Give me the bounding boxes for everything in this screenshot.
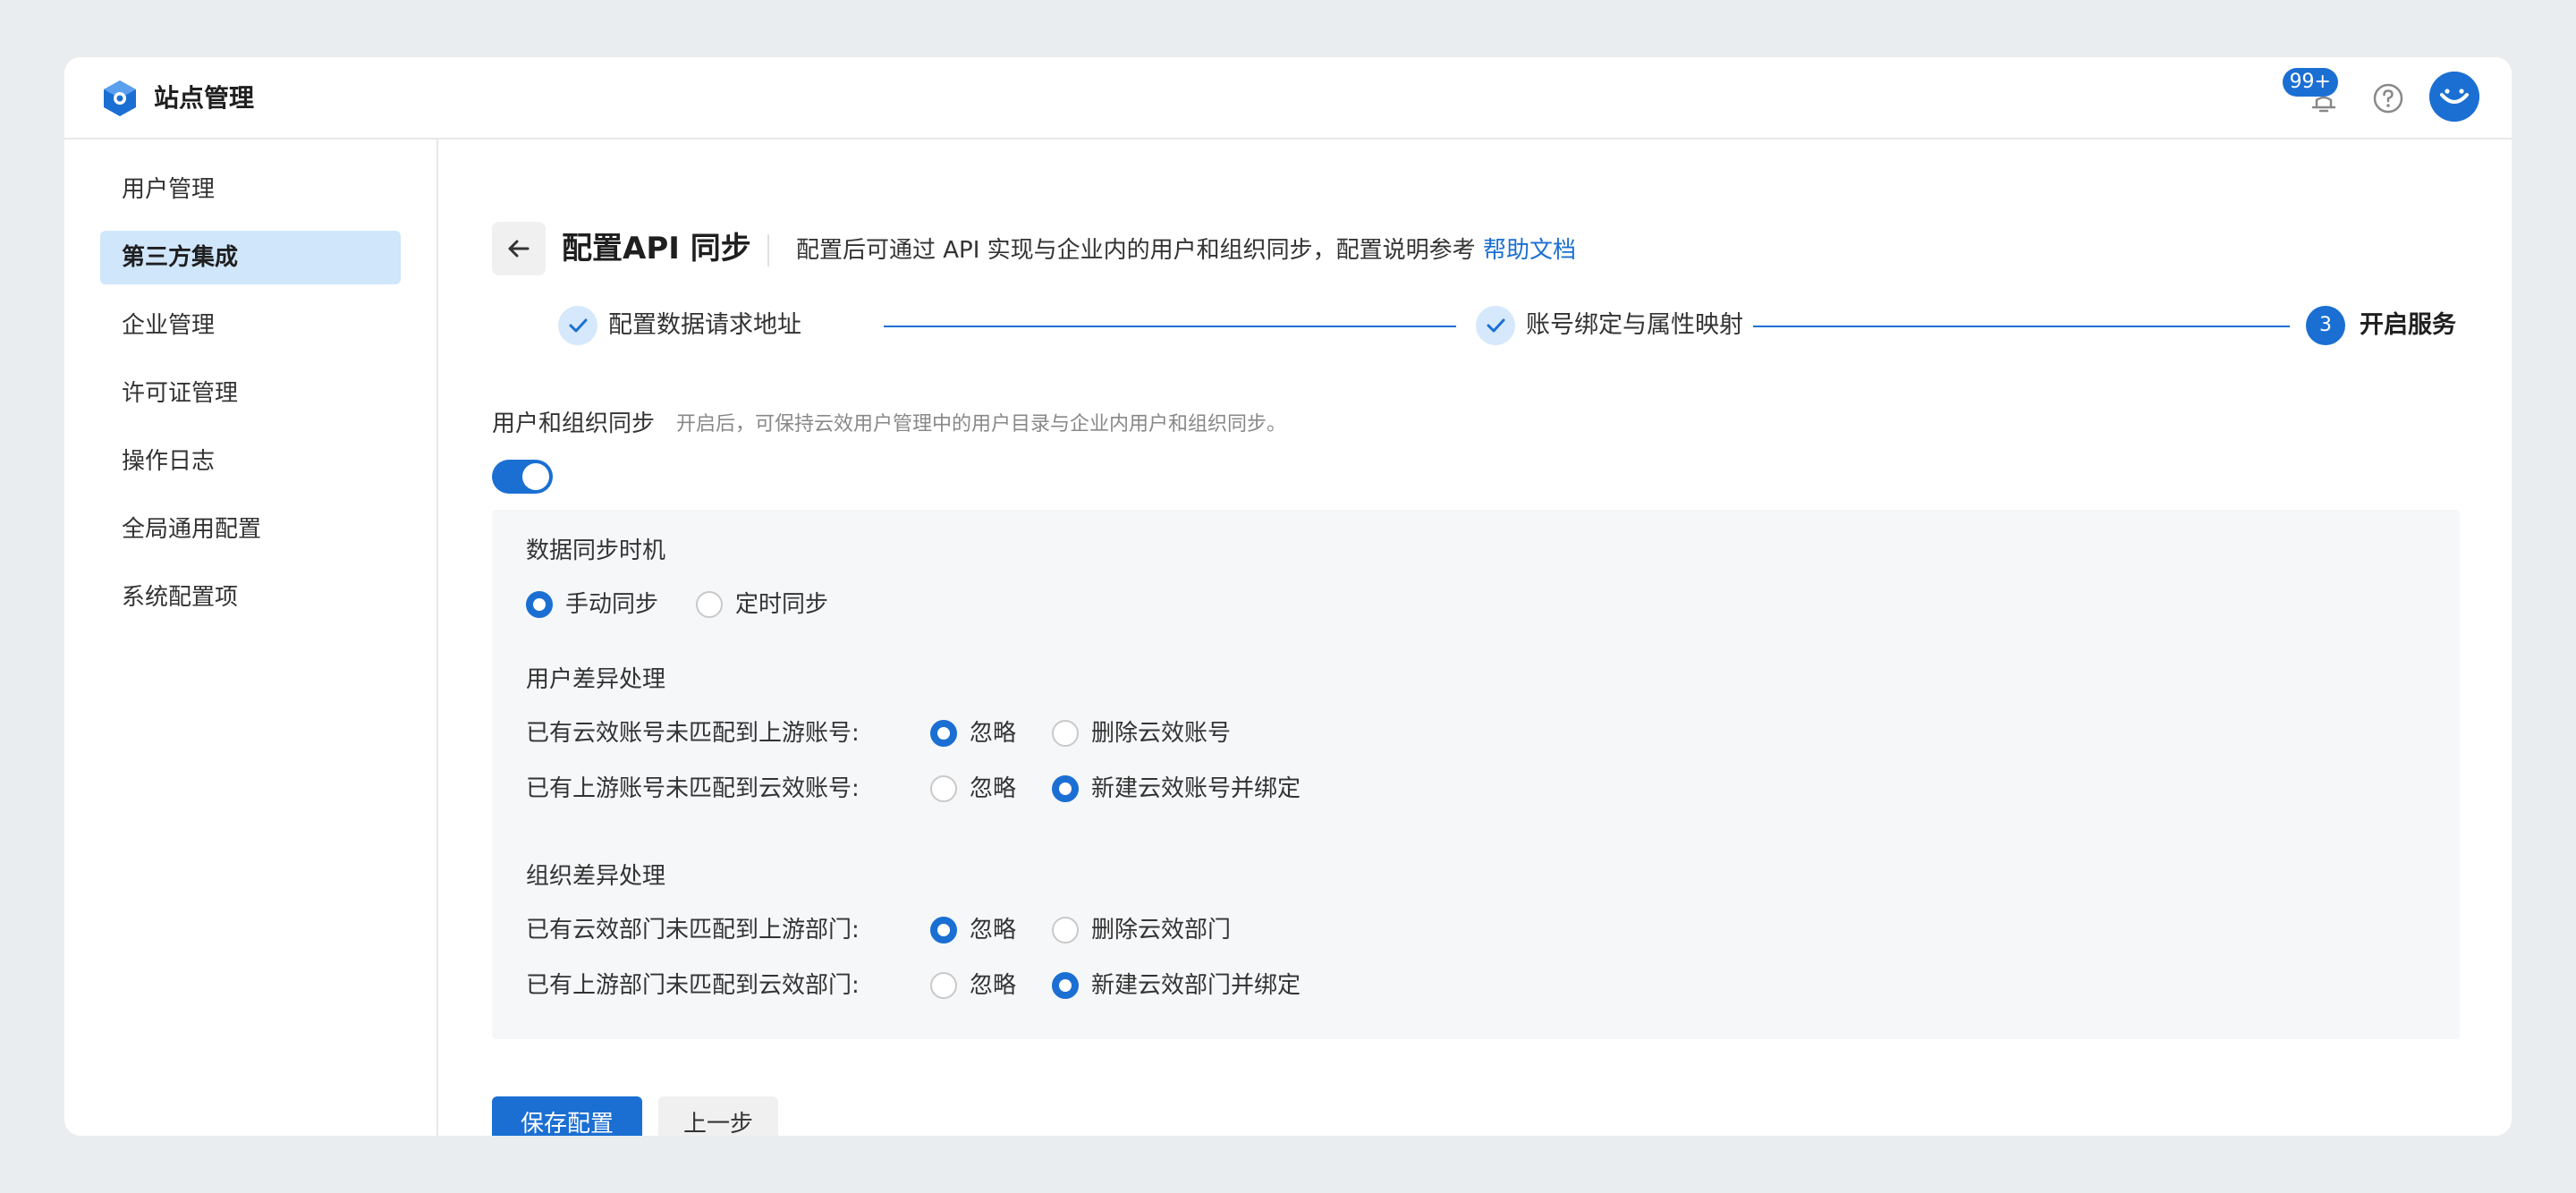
radio-dot <box>930 775 957 802</box>
sidebar-item-system-config[interactable]: 系统配置项 <box>100 571 401 624</box>
radio-dot <box>526 591 553 618</box>
radio-label: 新建云效部门并绑定 <box>1091 972 1301 999</box>
sidebar-item-user-management[interactable]: 用户管理 <box>100 163 401 216</box>
main-content: 配置API 同步 配置后可通过 API 实现与企业内的用户和组织同步，配置说明参… <box>492 140 2460 1136</box>
sync-hint: 开启后，可保持云效用户管理中的用户目录与企业内用户和组织同步。 <box>676 413 1287 436</box>
save-config-button[interactable]: 保存配置 <box>492 1096 642 1136</box>
step-1-check-icon <box>558 306 597 345</box>
radio-label: 忽略 <box>970 972 1017 999</box>
page-description: 配置后可通过 API 实现与企业内的用户和组织同步，配置说明参考 帮助文档 <box>796 234 1576 267</box>
radio-dot <box>1052 775 1079 802</box>
step-3-number: 3 <box>2306 306 2345 345</box>
step-2-check-icon <box>1476 306 1515 345</box>
radio-dot <box>930 972 957 999</box>
radio-label: 忽略 <box>970 775 1017 802</box>
radio-label: 删除云效账号 <box>1091 720 1232 747</box>
arrow-left-icon <box>508 240 530 258</box>
user-diff-section-title: 用户差异处理 <box>526 666 666 693</box>
page-header: 配置API 同步 配置后可通过 API 实现与企业内的用户和组织同步，配置说明参… <box>492 222 2460 277</box>
radio-label: 定时同步 <box>735 591 829 618</box>
radio-dot <box>696 591 723 618</box>
radio-dot <box>1052 720 1079 747</box>
page-description-text: 配置后可通过 API 实现与企业内的用户和组织同步，配置说明参考 <box>796 237 1476 264</box>
page-title: 配置API 同步 <box>562 231 751 267</box>
radio-label: 忽略 <box>970 917 1017 943</box>
timing-section-title: 数据同步时机 <box>526 537 666 564</box>
radio-label: 手动同步 <box>565 591 659 618</box>
radio-label: 忽略 <box>970 720 1017 747</box>
user-diff-row-1-label: 已有云效账号未匹配到上游账号: <box>526 720 860 747</box>
step-1-label: 配置数据请求地址 <box>608 311 801 339</box>
radio-dot <box>930 917 957 943</box>
step-connector-1 <box>884 326 1456 327</box>
sidebar-item-enterprise-management[interactable]: 企业管理 <box>100 299 401 352</box>
radio-label: 删除云效部门 <box>1091 917 1232 943</box>
sync-toggle[interactable] <box>492 460 553 494</box>
org-diff-section-title: 组织差异处理 <box>526 863 666 890</box>
user-diff-row-2-label: 已有上游账号未匹配到云效账号: <box>526 775 860 802</box>
back-button[interactable] <box>492 222 546 275</box>
step-connector-2 <box>1753 326 2290 327</box>
sidebar: 用户管理 第三方集成 企业管理 许可证管理 操作日志 全局通用配置 系统配置项 <box>64 140 438 1136</box>
app-window: 站点管理 99+ 用户管理 第三方集成 企业管理 许可证管理 操作日志 全局通用… <box>64 57 2512 1136</box>
sidebar-item-license-management[interactable]: 许可证管理 <box>100 367 401 420</box>
top-bar: 站点管理 99+ <box>64 57 2512 140</box>
sync-label: 用户和组织同步 <box>492 410 656 437</box>
sidebar-item-operation-log[interactable]: 操作日志 <box>100 435 401 488</box>
org-diff-row-1-label: 已有云效部门未匹配到上游部门: <box>526 917 860 943</box>
org-diff-row-2-label: 已有上游部门未匹配到云效部门: <box>526 972 860 999</box>
cube-logo-icon <box>104 80 136 116</box>
previous-step-button[interactable]: 上一步 <box>658 1096 778 1136</box>
step-3-label: 开启服务 <box>2360 311 2456 339</box>
avatar[interactable] <box>2429 72 2479 122</box>
radio-dot <box>930 720 957 747</box>
sync-settings-panel: 数据同步时机 手动同步 定时同步 用户差异处理 已有云效账号未匹配到上游账号: … <box>492 510 2460 1039</box>
sidebar-item-global-config[interactable]: 全局通用配置 <box>100 503 401 556</box>
step-2-label: 账号绑定与属性映射 <box>1526 311 1743 339</box>
radio-dot <box>1052 972 1079 999</box>
help-doc-link[interactable]: 帮助文档 <box>1483 237 1576 264</box>
help-icon[interactable] <box>2372 82 2404 114</box>
radio-label: 新建云效账号并绑定 <box>1091 775 1301 802</box>
notification-badge: 99+ <box>2282 68 2338 97</box>
header-divider <box>767 234 769 267</box>
app-title: 站点管理 <box>154 83 255 113</box>
radio-dot <box>1052 917 1079 943</box>
steps-bar: 配置数据请求地址 账号绑定与属性映射 3 开启服务 <box>492 300 2460 354</box>
sidebar-item-third-party-integration[interactable]: 第三方集成 <box>100 231 401 284</box>
